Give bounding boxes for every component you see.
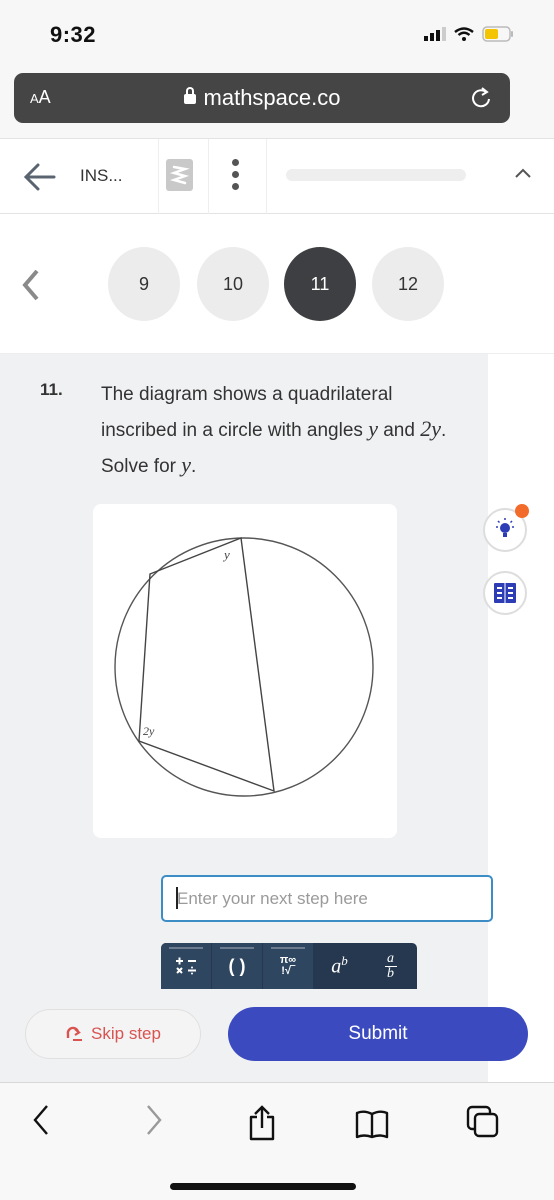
divider [266, 139, 267, 214]
question-10-button[interactable]: 10 [197, 247, 269, 321]
mathspace-logo[interactable] [166, 159, 193, 191]
question-9-button[interactable]: 9 [108, 247, 180, 321]
lock-icon [183, 87, 196, 104]
operators-icon [176, 957, 196, 975]
notification-badge [515, 504, 529, 518]
reload-icon[interactable] [470, 86, 492, 110]
book-icon [494, 583, 516, 603]
brackets-icon: ( ) [228, 955, 246, 976]
math-variable: y [181, 452, 192, 477]
keypad-symbols-tab[interactable]: π∞ !√‾ [263, 943, 314, 989]
home-indicator [170, 1183, 356, 1190]
bookmarks-icon[interactable] [355, 1109, 389, 1139]
lightbulb-icon [496, 518, 514, 537]
tabs-icon[interactable] [466, 1105, 500, 1139]
vertical-dots-icon[interactable] [232, 159, 239, 190]
forward-icon[interactable] [145, 1103, 163, 1137]
chevron-up-icon[interactable] [514, 167, 532, 179]
browser-url-bar[interactable]: AA mathspace.co [14, 73, 510, 123]
keypad-fraction-button[interactable]: ab [365, 943, 416, 989]
status-icons [424, 26, 514, 42]
circle [114, 537, 374, 797]
symbols-icon: π∞ !√‾ [279, 954, 297, 977]
tool-rail [488, 354, 554, 1082]
question-11-button[interactable]: 11 [284, 247, 356, 321]
keypad-operators-tab[interactable] [161, 943, 212, 989]
share-icon[interactable] [248, 1105, 276, 1141]
question-text-part: The diagram shows a quadrilateral inscri… [101, 384, 393, 441]
question-number: 11. [40, 380, 63, 399]
url-display[interactable]: mathspace.co [14, 85, 510, 111]
worked-examples-button[interactable] [483, 571, 527, 615]
back-icon[interactable] [32, 1103, 50, 1137]
divider [208, 139, 209, 214]
status-bar: 9:32 [0, 0, 554, 70]
question-12-button[interactable]: 12 [372, 247, 444, 321]
math-expression: 2y [420, 416, 441, 441]
angle-label-y: y [222, 547, 230, 562]
progress-bar [286, 169, 466, 181]
quadrilateral [138, 537, 275, 793]
math-keypad: ( ) π∞ !√‾ ab ab [161, 943, 417, 989]
assignment-title[interactable]: INS... [80, 166, 123, 186]
hint-button[interactable] [483, 504, 529, 552]
angle-label-2y: 2y [143, 724, 155, 738]
text-caret [176, 887, 178, 909]
signal-icon [424, 27, 446, 41]
wifi-icon [454, 27, 474, 41]
question-text-part: and [377, 420, 421, 441]
math-variable: y [368, 416, 378, 441]
question-text-part: . [191, 456, 197, 477]
cyclic-quadrilateral-diagram: y 2y [114, 537, 374, 797]
browser-toolbar [0, 1082, 554, 1200]
divider [158, 139, 159, 214]
skip-label: Skip step [91, 1024, 161, 1043]
logo-glyph-icon [169, 165, 190, 185]
skip-icon [66, 1026, 83, 1041]
app-nav-bar: INS... [0, 138, 554, 214]
keypad-power-button[interactable]: ab [314, 943, 365, 989]
question-navigation [0, 214, 554, 354]
question-text: The diagram shows a quadrilateral inscri… [101, 378, 471, 484]
next-step-input[interactable] [161, 875, 493, 922]
diagram-card: y 2y [93, 504, 397, 838]
status-time: 9:32 [50, 22, 97, 47]
fraction-icon: ab [384, 951, 397, 981]
arrow-left-icon[interactable] [22, 163, 56, 191]
submit-button[interactable]: Submit [228, 1007, 528, 1061]
battery-icon [482, 26, 513, 42]
skip-step-button[interactable]: Skip step [25, 1009, 201, 1059]
power-icon: ab [331, 953, 348, 978]
url-text: mathspace.co [203, 85, 341, 110]
chevron-left-icon[interactable] [20, 268, 40, 302]
keypad-brackets-tab[interactable]: ( ) [212, 943, 263, 989]
